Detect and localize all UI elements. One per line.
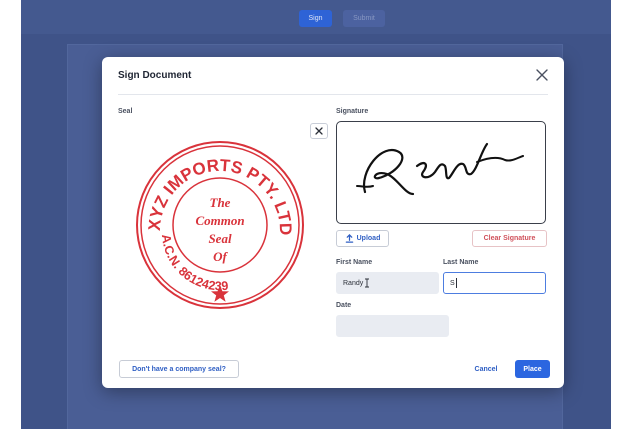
header-divider	[118, 94, 548, 95]
no-company-seal-button[interactable]: Don't have a company seal?	[119, 360, 239, 378]
place-button[interactable]: Place	[515, 360, 550, 378]
first-name-value: Randy	[343, 279, 364, 287]
seal-line-1: The	[210, 195, 231, 210]
close-icon[interactable]	[534, 67, 550, 83]
upload-label: Upload	[356, 235, 381, 242]
seal-line-3: Seal	[208, 231, 232, 246]
cancel-button[interactable]: Cancel	[466, 360, 506, 378]
remove-seal-button[interactable]	[310, 123, 328, 139]
first-name-label: First Name	[336, 259, 373, 266]
date-label: Date	[336, 302, 352, 309]
signature-label: Signature	[336, 108, 369, 115]
last-name-value: S	[450, 279, 455, 287]
sign-tab-button[interactable]: Sign	[299, 10, 332, 27]
first-name-field[interactable]: Randy	[336, 272, 439, 294]
close-icon	[315, 127, 323, 135]
seal-label: Seal	[118, 108, 133, 115]
date-field[interactable]	[336, 315, 449, 337]
signature-drawing	[356, 142, 524, 196]
last-name-label: Last Name	[443, 259, 479, 266]
sign-document-modal: Sign Document Seal Signature XYZ IMPORTS…	[102, 57, 564, 388]
upload-icon	[345, 234, 353, 243]
text-cursor-icon	[365, 278, 370, 288]
signature-pad[interactable]	[336, 121, 546, 224]
modal-title: Sign Document	[118, 70, 192, 81]
app-toolbar: Sign Submit	[21, 0, 611, 34]
seal-line-4: Of	[213, 249, 228, 264]
last-name-field[interactable]: S	[443, 272, 546, 294]
text-caret	[455, 278, 457, 288]
submit-tab-button[interactable]: Submit	[343, 10, 385, 27]
upload-button[interactable]: Upload	[336, 230, 389, 247]
company-seal-image: XYZ IMPORTS PTY. LTD. A.C.N. 86124239 Th…	[134, 139, 304, 309]
clear-signature-button[interactable]: Clear Signature	[472, 230, 547, 247]
seal-line-2: Common	[195, 213, 244, 228]
